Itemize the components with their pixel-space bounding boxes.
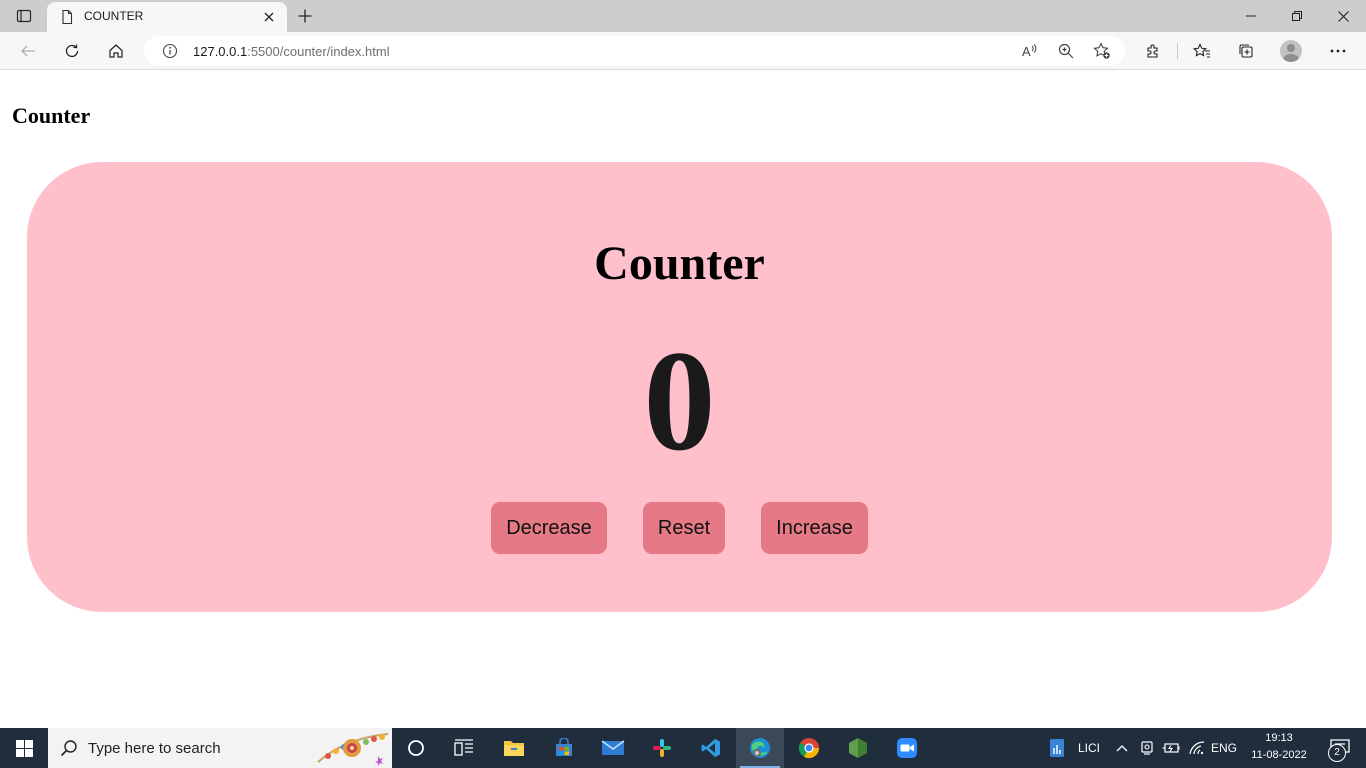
counter-value: 0: [643, 322, 716, 481]
svg-text:A: A: [1022, 44, 1031, 59]
home-icon[interactable]: [102, 37, 130, 65]
mail-icon[interactable]: [589, 728, 637, 768]
zoom-icon[interactable]: [1056, 41, 1076, 61]
collections-icon[interactable]: [1232, 37, 1260, 65]
reset-button[interactable]: Reset: [643, 502, 725, 554]
refresh-icon[interactable]: [58, 37, 86, 65]
counter-card: Counter 0 Decrease Reset Increase: [27, 162, 1332, 612]
url-host: 127.0.0.1: [193, 44, 248, 59]
taskbar: Type here to search LICI ENG 19:13 11-08…: [0, 728, 1366, 768]
new-tab-icon[interactable]: [292, 4, 318, 28]
file-explorer-icon[interactable]: [490, 728, 538, 768]
minimize-icon[interactable]: [1228, 0, 1274, 32]
page-heading: Counter: [12, 103, 91, 128]
favorites-icon[interactable]: [1188, 37, 1216, 65]
more-options-icon[interactable]: [1324, 37, 1352, 65]
url-path: :5500/counter/index.html: [247, 44, 390, 59]
nodejs-icon[interactable]: [834, 728, 882, 768]
news-widget-icon[interactable]: [1044, 728, 1070, 768]
task-view-icon[interactable]: [440, 728, 488, 768]
read-aloud-icon[interactable]: A: [1020, 41, 1040, 61]
profile-avatar[interactable]: [1280, 40, 1302, 62]
close-window-icon[interactable]: [1320, 0, 1366, 32]
cortana-icon[interactable]: [392, 728, 440, 768]
search-highlight-image: [316, 730, 390, 766]
input-language[interactable]: ENG: [1210, 728, 1238, 768]
clock-time: 19:13: [1265, 732, 1293, 744]
decrease-button[interactable]: Decrease: [491, 502, 607, 554]
toolbar-divider: [1177, 43, 1178, 59]
tab-title: COUNTER: [84, 9, 144, 23]
zoom-meetings-icon[interactable]: [883, 728, 931, 768]
meet-now-icon[interactable]: [1136, 728, 1158, 768]
clock[interactable]: 19:13 11-08-2022: [1244, 730, 1314, 764]
taskbar-search[interactable]: Type here to search: [48, 728, 392, 768]
restore-icon[interactable]: [1274, 0, 1320, 32]
notification-count-badge: 2: [1328, 744, 1346, 762]
browser-toolbar: 127.0.0.1:5500/counter/index.html A: [0, 32, 1366, 70]
search-icon: [60, 739, 78, 757]
edge-browser-icon[interactable]: [736, 728, 784, 768]
browser-tab[interactable]: COUNTER: [47, 2, 287, 32]
search-placeholder: Type here to search: [88, 740, 221, 757]
tab-actions-icon[interactable]: [8, 4, 40, 28]
windows-start-icon[interactable]: [0, 728, 48, 768]
site-info-icon[interactable]: [162, 43, 178, 59]
news-widget-label[interactable]: LICI: [1072, 728, 1106, 768]
back-icon[interactable]: [14, 37, 42, 65]
wifi-icon[interactable]: [1186, 728, 1208, 768]
vscode-icon[interactable]: [687, 728, 735, 768]
show-hidden-icons-icon[interactable]: [1112, 728, 1132, 768]
close-tab-icon[interactable]: [261, 9, 277, 25]
chrome-icon[interactable]: [785, 728, 833, 768]
slack-icon[interactable]: [638, 728, 686, 768]
microsoft-store-icon[interactable]: [540, 728, 588, 768]
add-favorite-icon[interactable]: [1092, 41, 1112, 61]
counter-title: Counter: [594, 237, 765, 290]
page-icon: [59, 9, 75, 25]
clock-date: 11-08-2022: [1251, 749, 1307, 761]
url-text: 127.0.0.1:5500/counter/index.html: [193, 44, 390, 59]
extensions-icon[interactable]: [1139, 37, 1167, 65]
increase-button[interactable]: Increase: [761, 502, 868, 554]
tab-strip: COUNTER: [0, 0, 1366, 32]
battery-icon[interactable]: [1160, 728, 1182, 768]
address-bar[interactable]: 127.0.0.1:5500/counter/index.html A: [144, 36, 1125, 66]
